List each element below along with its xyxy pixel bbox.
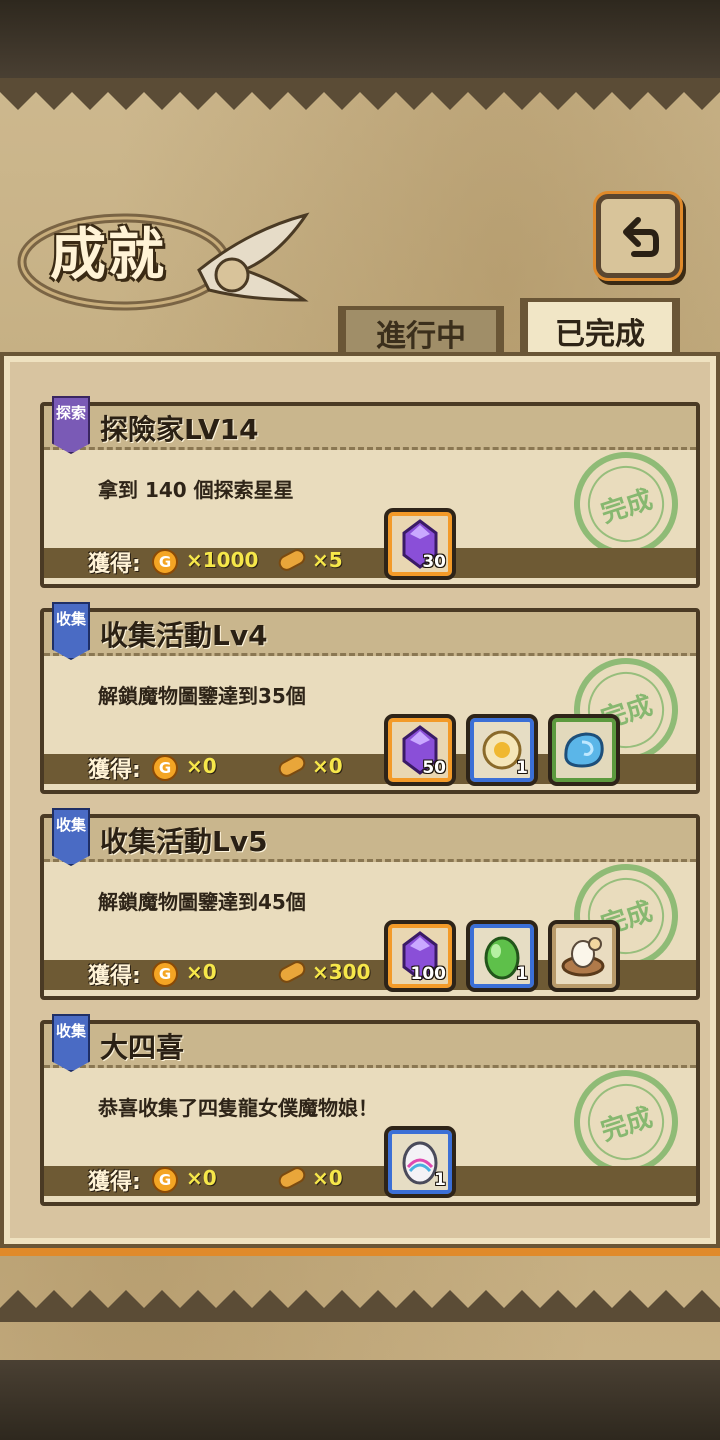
reward-item[interactable]: 50 bbox=[384, 714, 456, 786]
item-quantity: 30 bbox=[422, 552, 446, 572]
achievement-description: 解鎖魔物圖鑒達到45個 bbox=[98, 890, 306, 914]
achievement-description: 恭喜收集了四隻龍女僕魔物娘！ bbox=[98, 1096, 378, 1120]
reward-item[interactable]: 100 bbox=[384, 920, 456, 992]
bread-reward: ×0 bbox=[312, 1166, 343, 1190]
reward-item[interactable]: 1 bbox=[384, 1126, 456, 1198]
reward-item[interactable]: 1 bbox=[466, 920, 538, 992]
top-border bbox=[0, 0, 720, 80]
coin-reward: ×1000 bbox=[186, 548, 259, 572]
reward-strip bbox=[44, 1166, 696, 1196]
achievement-title: 收集活動Lv4 bbox=[100, 619, 268, 652]
achievement-description: 拿到 140 個探索星星 bbox=[98, 478, 294, 502]
gold-coin-icon: G bbox=[152, 755, 178, 781]
achievement-description: 解鎖魔物圖鑒達到35個 bbox=[98, 684, 306, 708]
category-badge: 收集 bbox=[52, 1014, 90, 1072]
achievement-list-panel: 探索 探險家LV14 拿到 140 個探索星星 完成 獲得: G ×1000 ×… bbox=[4, 356, 716, 1244]
obtain-label: 獲得: bbox=[88, 1170, 141, 1195]
back-button[interactable] bbox=[596, 194, 680, 278]
item-quantity: 1 bbox=[516, 758, 528, 778]
coin-reward: ×0 bbox=[186, 960, 217, 984]
return-arrow-icon bbox=[623, 217, 659, 257]
tab-in-progress[interactable]: 進行中 bbox=[338, 306, 504, 356]
reward-item[interactable]: 30 bbox=[384, 508, 456, 580]
category-badge: 收集 bbox=[52, 808, 90, 866]
reward-strip bbox=[44, 548, 696, 578]
top-zigzag-edge bbox=[0, 78, 720, 110]
obtain-label: 獲得: bbox=[88, 552, 141, 577]
reward-item[interactable]: 1 bbox=[466, 714, 538, 786]
item-quantity: 100 bbox=[410, 964, 447, 984]
achievement-title: 探險家LV14 bbox=[100, 413, 259, 446]
bottom-border bbox=[0, 1360, 720, 1440]
obtain-label: 獲得: bbox=[88, 964, 141, 989]
bread-reward: ×5 bbox=[312, 548, 343, 572]
obtain-label: 獲得: bbox=[88, 758, 141, 783]
item-quantity: 1 bbox=[516, 964, 528, 984]
bottom-zigzag-edge bbox=[0, 1290, 720, 1322]
achievement-card: 收集 大四喜 恭喜收集了四隻龍女僕魔物娘！ 完成 獲得: G ×0 ×0 1 bbox=[40, 1014, 700, 1206]
blue-shell-icon bbox=[564, 732, 604, 768]
bread-reward: ×300 bbox=[312, 960, 371, 984]
achievement-card: 收集 收集活動Lv4 解鎖魔物圖鑒達到35個 完成 獲得: G ×0 ×0 50… bbox=[40, 602, 700, 794]
coin-reward: ×0 bbox=[186, 1166, 217, 1190]
reward-item[interactable] bbox=[548, 714, 620, 786]
coin-reward: ×0 bbox=[186, 754, 217, 778]
page-title: 成就 bbox=[50, 222, 166, 288]
reward-item[interactable] bbox=[548, 920, 620, 992]
gold-coin-icon: G bbox=[152, 1167, 178, 1193]
nest-chick-icon bbox=[561, 937, 605, 977]
gold-coin-icon: G bbox=[152, 961, 178, 987]
category-badge: 收集 bbox=[52, 602, 90, 660]
gold-coin-icon: G bbox=[152, 549, 178, 575]
achievement-title: 收集活動Lv5 bbox=[100, 825, 268, 858]
category-badge: 探索 bbox=[52, 396, 90, 454]
achievement-title: 大四喜 bbox=[100, 1031, 185, 1064]
achievement-card: 探索 探險家LV14 拿到 140 個探索星星 完成 獲得: G ×1000 ×… bbox=[40, 396, 700, 588]
item-quantity: 1 bbox=[434, 1170, 446, 1190]
item-quantity: 50 bbox=[422, 758, 446, 778]
achievement-card: 收集 收集活動Lv5 解鎖魔物圖鑒達到45個 完成 獲得: G ×0 ×300 … bbox=[40, 808, 700, 1000]
bread-reward: ×0 bbox=[312, 754, 343, 778]
tab-completed[interactable]: 已完成 bbox=[520, 298, 680, 360]
